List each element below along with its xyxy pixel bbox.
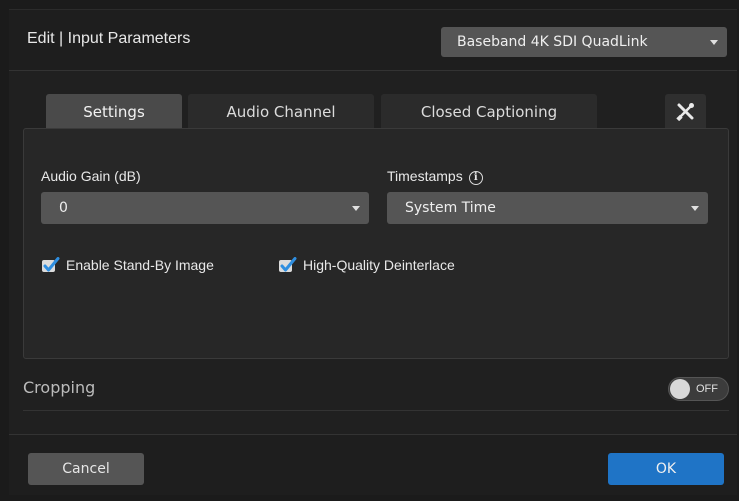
toggle-knob xyxy=(670,379,690,399)
timestamps-value: System Time xyxy=(405,200,496,216)
ok-button[interactable]: OK xyxy=(608,453,724,485)
tab-closed-captioning[interactable]: Closed Captioning xyxy=(381,94,597,130)
source-select[interactable]: Baseband 4K SDI QuadLink xyxy=(441,27,727,57)
tab-settings[interactable]: Settings xyxy=(46,94,182,132)
audio-gain-value: 0 xyxy=(59,200,68,216)
settings-panel: Audio Gain (dB) 0 Timestamps i System Tim… xyxy=(23,128,729,359)
cropping-label: Cropping xyxy=(23,378,96,397)
cropping-toggle[interactable]: OFF xyxy=(668,377,729,401)
enable-standby-label: Enable Stand-By Image xyxy=(66,257,214,273)
checkmark-icon xyxy=(42,257,60,272)
timestamps-select[interactable]: System Time xyxy=(387,192,708,224)
audio-gain-select[interactable]: 0 xyxy=(41,192,369,224)
toggle-state-label: OFF xyxy=(696,383,718,395)
chevron-down-icon xyxy=(691,206,699,211)
chevron-down-icon xyxy=(710,40,718,45)
dialog-title: Edit | Input Parameters xyxy=(27,30,191,47)
source-select-value: Baseband 4K SDI QuadLink xyxy=(457,34,648,50)
tab-audio-channel[interactable]: Audio Channel xyxy=(188,94,374,130)
info-icon[interactable]: i xyxy=(468,171,483,185)
edit-input-parameters-dialog: Edit | Input Parameters Baseband 4K SDI … xyxy=(9,9,737,495)
enable-standby-checkbox[interactable]: Enable Stand-By Image xyxy=(42,255,242,275)
timestamps-label-text: Timestamps xyxy=(387,168,463,184)
timestamps-label: Timestamps i xyxy=(387,168,483,185)
chevron-down-icon xyxy=(352,206,360,211)
cropping-row: Cropping OFF xyxy=(23,373,729,411)
dialog-footer: Cancel OK xyxy=(9,434,737,495)
tools-button[interactable] xyxy=(665,94,706,130)
hq-deinterlace-label: High-Quality Deinterlace xyxy=(303,257,455,273)
hq-deinterlace-checkbox[interactable]: High-Quality Deinterlace xyxy=(279,255,489,275)
wrench-screwdriver-icon xyxy=(676,103,694,121)
dialog-header: Edit | Input Parameters Baseband 4K SDI … xyxy=(9,10,737,71)
audio-gain-label: Audio Gain (dB) xyxy=(41,168,141,184)
checkmark-icon xyxy=(279,257,297,272)
cancel-button[interactable]: Cancel xyxy=(28,453,144,485)
